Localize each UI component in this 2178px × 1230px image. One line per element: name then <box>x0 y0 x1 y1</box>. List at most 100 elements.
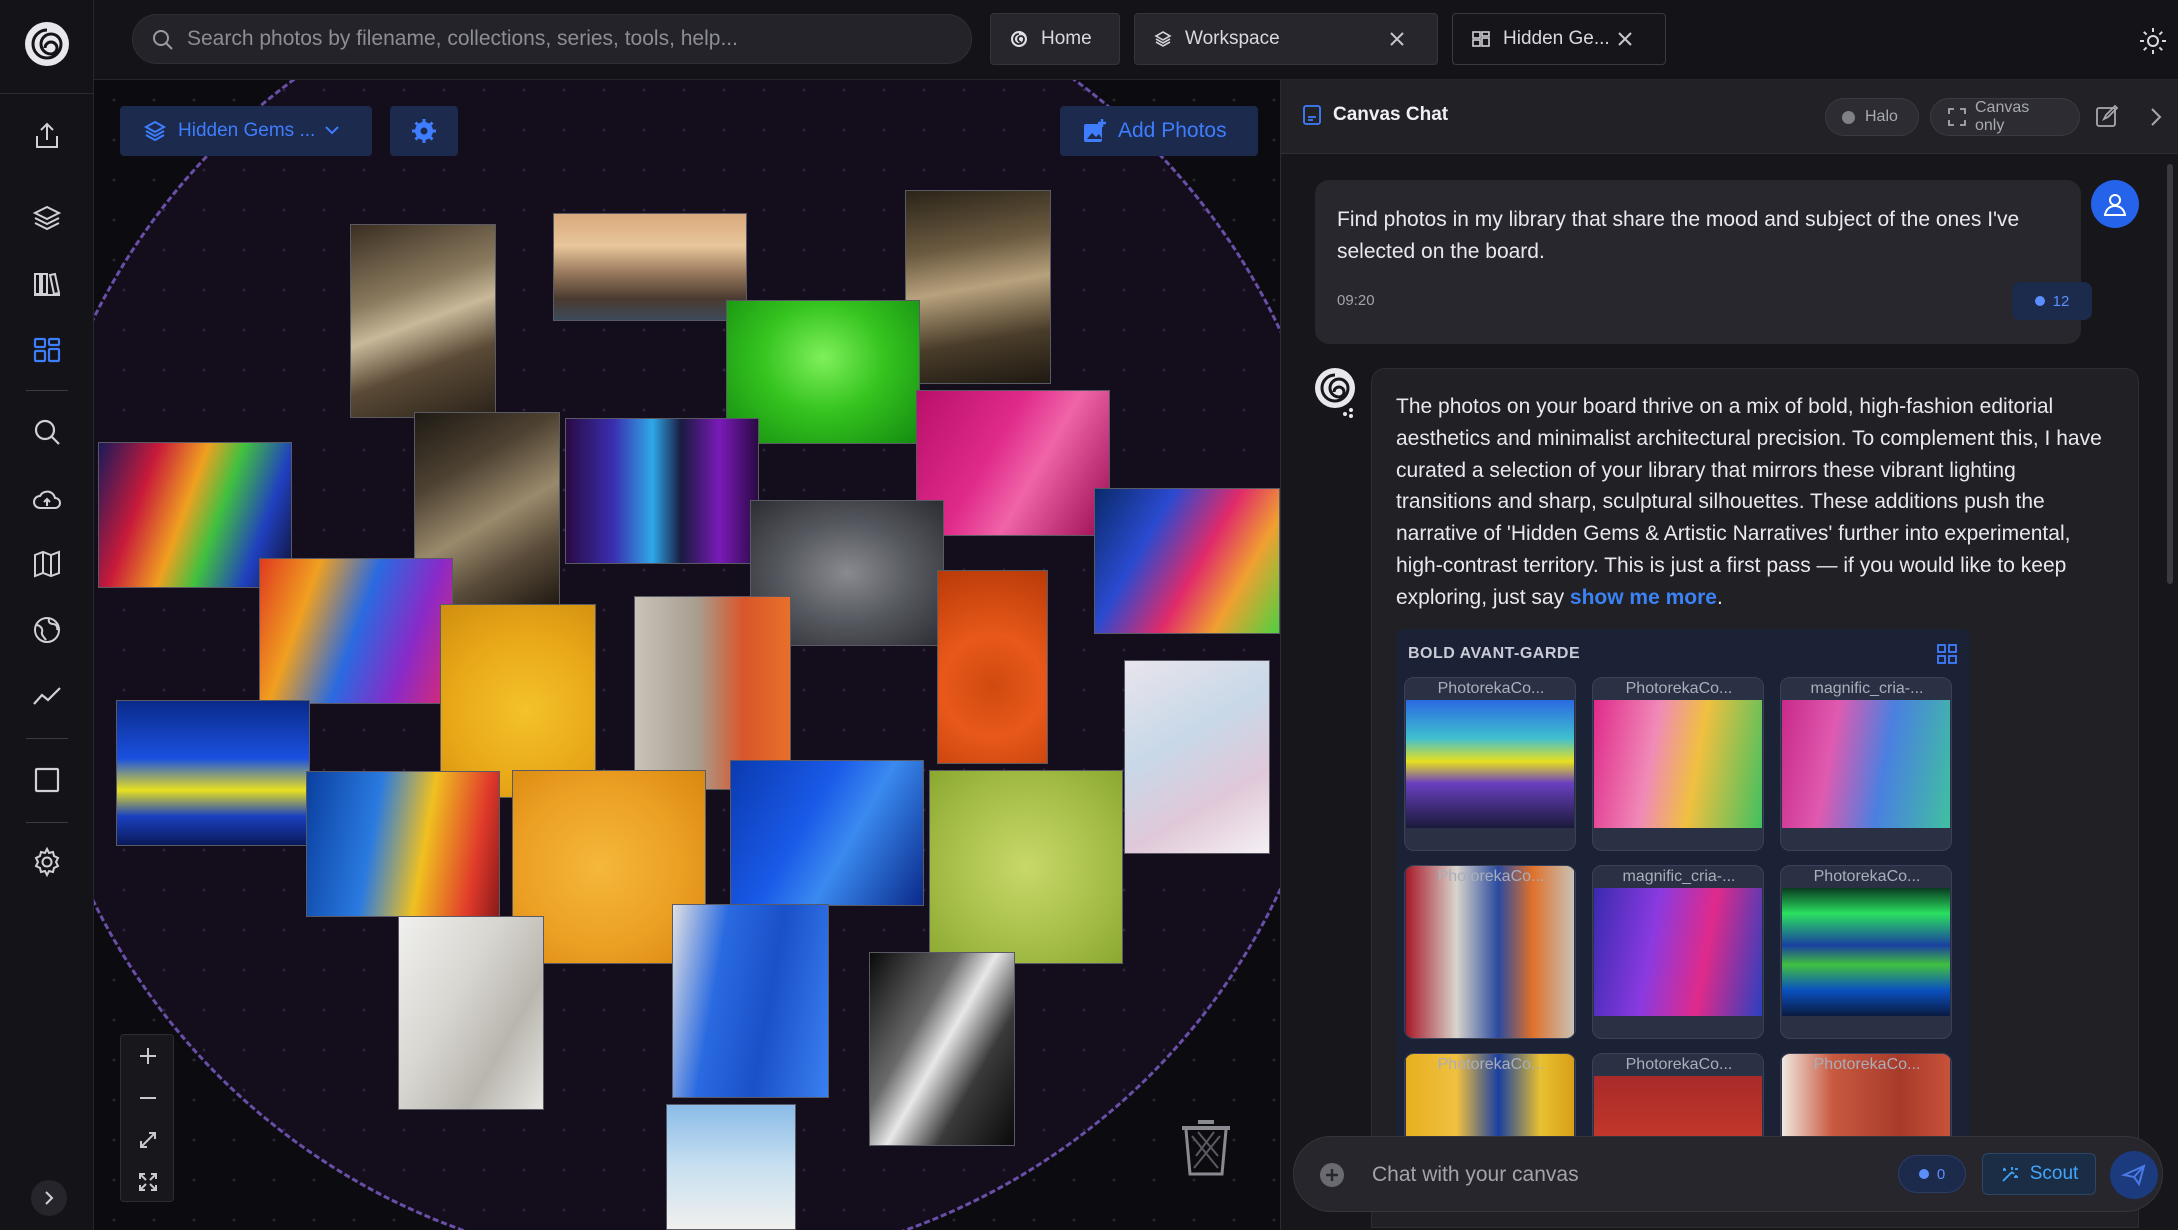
minus-icon <box>140 1097 156 1099</box>
global-search[interactable] <box>132 14 972 64</box>
settings-gear-icon[interactable] <box>29 844 65 880</box>
search-input[interactable] <box>187 27 947 51</box>
expand-rail-button[interactable] <box>31 1180 67 1216</box>
chat-panel-icon <box>1303 105 1321 125</box>
add-photos-label: Add Photos <box>1118 119 1227 142</box>
assistant-message: The photos on your board thrive on a mix… <box>1371 368 2139 1228</box>
board-icon <box>1472 31 1490 47</box>
fullscreen-button[interactable] <box>121 1161 175 1203</box>
chat-composer: 0 Scout <box>1293 1136 2163 1212</box>
library-icon[interactable] <box>29 266 65 302</box>
message-text: The photos on your board thrive on a mix… <box>1396 395 2102 609</box>
close-icon[interactable] <box>1387 29 1407 49</box>
board-photo[interactable] <box>440 604 596 798</box>
map-icon[interactable] <box>29 546 65 582</box>
gallery-card[interactable]: PhotorekaCo... <box>1404 865 1576 1039</box>
selection-count-badge[interactable]: 12 <box>2012 282 2092 320</box>
board-photo[interactable] <box>905 190 1051 384</box>
status-dot <box>2034 296 2045 306</box>
board-canvas[interactable]: Hidden Gems ... Add Photos <box>94 80 1280 1230</box>
canvas-only-toggle[interactable]: Canvas only <box>1930 98 2080 136</box>
globe-icon[interactable] <box>29 612 65 648</box>
send-icon <box>2121 1164 2146 1187</box>
zoom-in-button[interactable] <box>121 1035 175 1077</box>
board-photo[interactable] <box>116 700 310 846</box>
gallery-card[interactable]: PhotorekaCo... <box>1592 677 1764 851</box>
collection-label: Hidden Gems ... <box>178 120 316 141</box>
board-photo[interactable] <box>306 771 500 917</box>
frame-icon[interactable] <box>29 762 65 798</box>
search-icon <box>153 30 173 50</box>
tab-hidden-gems[interactable]: Hidden Ge... <box>1452 13 1666 65</box>
left-rail <box>0 0 94 1230</box>
board-photo[interactable] <box>1094 488 1280 634</box>
halo-label: Halo <box>1865 108 1898 125</box>
user-avatar-icon <box>2091 180 2139 228</box>
board-photo[interactable] <box>1124 660 1270 854</box>
fit-view-button[interactable] <box>121 1119 175 1161</box>
tab-home[interactable]: Home <box>990 13 1120 65</box>
sparkle-wand-icon <box>2002 1167 2018 1182</box>
assistant-logo-icon <box>1315 368 1355 418</box>
card-thumbnail <box>1406 866 1574 1038</box>
fullscreen-icon <box>139 1173 157 1191</box>
search-icon[interactable] <box>29 414 65 450</box>
tab-label: Workspace <box>1185 28 1280 49</box>
board-photo[interactable] <box>398 916 544 1110</box>
card-thumbnail <box>1594 700 1762 828</box>
chat-input[interactable] <box>1372 1159 1872 1191</box>
show-me-more-link[interactable]: show me more <box>1570 586 1717 609</box>
add-photos-button[interactable]: Add Photos <box>1060 106 1258 156</box>
theme-sun-icon[interactable] <box>2138 26 2168 56</box>
board-photo[interactable] <box>929 770 1123 964</box>
frame-corners-icon <box>1948 108 1966 126</box>
board-photo[interactable] <box>259 558 453 704</box>
chat-scrollbar[interactable] <box>2167 164 2173 584</box>
add-attachment-icon[interactable] <box>1318 1161 1346 1189</box>
zoom-out-button[interactable] <box>121 1077 175 1119</box>
board-photo[interactable] <box>672 904 829 1098</box>
card-thumbnail <box>1406 700 1574 828</box>
send-button[interactable] <box>2110 1151 2158 1199</box>
analytics-icon[interactable] <box>29 678 65 714</box>
tab-workspace[interactable]: Workspace <box>1134 13 1438 65</box>
new-chat-icon[interactable] <box>2094 104 2120 130</box>
status-dot <box>1918 1169 1929 1179</box>
board-photo[interactable] <box>730 760 924 906</box>
suggestion-gallery: BOLD AVANT-GARDE PhotorekaCo... Photorek… <box>1396 629 1970 1189</box>
app-logo-icon[interactable] <box>23 20 71 68</box>
rail-divider <box>26 822 68 823</box>
layers-icon[interactable] <box>29 200 65 236</box>
board-photo[interactable] <box>666 1104 796 1230</box>
board-photo[interactable] <box>553 213 747 321</box>
canvas-settings-button[interactable] <box>390 106 458 156</box>
cloud-upload-icon[interactable] <box>29 482 65 518</box>
share-icon[interactable] <box>29 118 65 154</box>
board-photo[interactable] <box>937 570 1048 764</box>
zoom-controls <box>120 1034 174 1202</box>
board-photo[interactable] <box>350 224 496 418</box>
attachment-count-badge[interactable]: 0 <box>1898 1155 1966 1193</box>
gallery-card[interactable]: magnific_cria-... <box>1592 865 1764 1039</box>
message-time: 09:20 <box>1337 292 1375 309</box>
card-filename: PhotorekaCo... <box>1437 1056 1545 1073</box>
gallery-card[interactable]: magnific_cria-... <box>1780 677 1952 851</box>
collection-dropdown[interactable]: Hidden Gems ... <box>120 106 372 156</box>
board-photo[interactable] <box>916 390 1110 536</box>
gallery-card[interactable]: PhotorekaCo... <box>1780 865 1952 1039</box>
card-filename: magnific_cria-... <box>1810 680 1924 697</box>
close-icon[interactable] <box>1615 29 1635 49</box>
board-photo[interactable] <box>869 952 1015 1146</box>
rail-divider <box>26 390 68 391</box>
layers-icon <box>1154 31 1172 47</box>
gear-icon <box>412 119 436 143</box>
chevron-right-icon[interactable] <box>2143 104 2169 130</box>
scout-button[interactable]: Scout <box>1982 1153 2096 1195</box>
board-icon[interactable] <box>29 332 65 368</box>
grid-view-icon[interactable] <box>1936 643 1958 665</box>
trash-icon[interactable] <box>1174 1116 1238 1180</box>
board-photo[interactable] <box>565 418 759 564</box>
halo-toggle[interactable]: Halo <box>1825 98 1919 136</box>
gallery-card[interactable]: PhotorekaCo... <box>1404 677 1576 851</box>
layers-icon <box>143 120 167 142</box>
